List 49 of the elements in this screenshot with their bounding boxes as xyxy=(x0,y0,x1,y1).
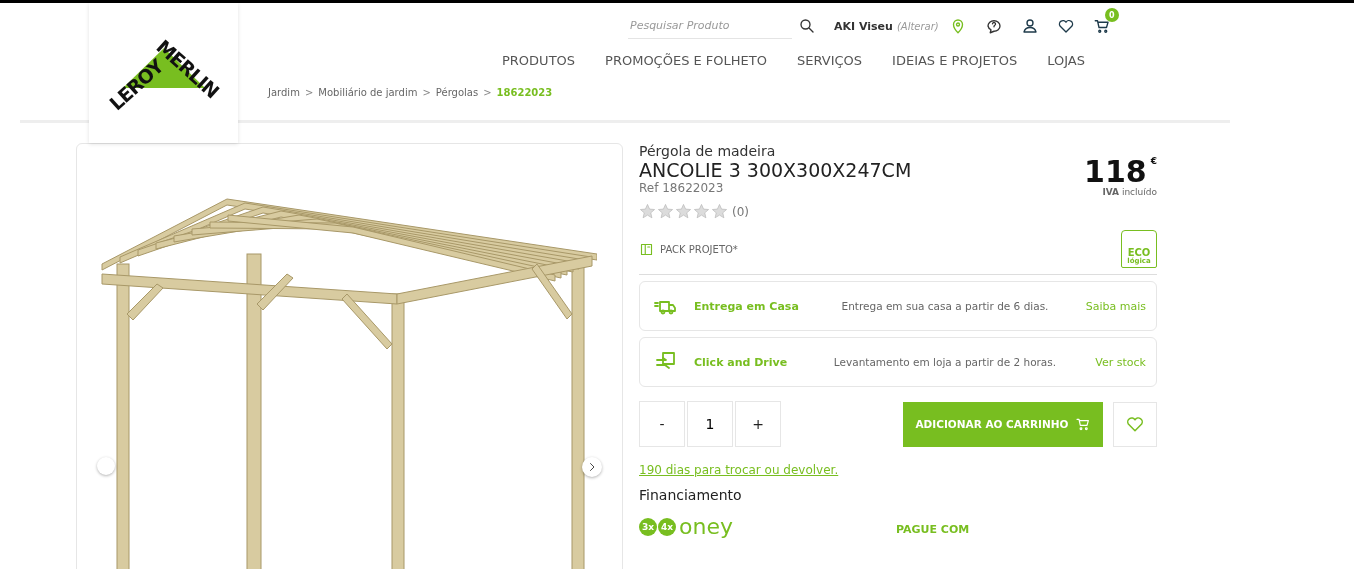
breadcrumb-separator: > xyxy=(304,86,314,98)
book-icon xyxy=(639,241,654,257)
user-icon xyxy=(1020,17,1039,35)
increase-quantity-button[interactable]: + xyxy=(735,401,781,447)
nav-link[interactable]: LOJAS xyxy=(1047,52,1085,68)
tax-note: IVA incluído xyxy=(1102,187,1157,197)
product-category: Pérgola de madeira xyxy=(639,143,777,159)
carousel-dot[interactable] xyxy=(97,457,115,475)
financing-heading: Financiamento xyxy=(639,487,743,503)
delivery-option-text: Levantamento em loja a partir de 2 horas. xyxy=(832,356,1058,368)
pay-with-label: PAGUE COM xyxy=(895,523,970,536)
breadcrumb-separator: > xyxy=(422,86,431,98)
heart-icon xyxy=(1125,414,1145,434)
empty-star-icon xyxy=(675,203,692,220)
review-count: (0) xyxy=(732,204,749,219)
price: 118€ xyxy=(1084,157,1157,187)
decrease-quantity-button[interactable]: - xyxy=(639,401,685,447)
cart-count-badge: 0 xyxy=(1104,8,1119,22)
cart-icon xyxy=(1092,17,1111,35)
product-ref: Ref 18622023 xyxy=(639,181,725,195)
empty-star-icon xyxy=(657,203,674,220)
quantity-field[interactable]: 1 xyxy=(687,401,733,447)
breadcrumb-separator: > xyxy=(483,86,492,98)
account-button[interactable] xyxy=(1020,17,1039,35)
nav-link[interactable]: PROMOÇÕES E FOLHETO xyxy=(605,52,767,68)
store-name: AKI Viseu xyxy=(834,19,893,33)
pack-label: PACK PROJETO* xyxy=(660,243,738,255)
nav-link[interactable]: PRODUTOS xyxy=(502,52,576,68)
nav-link[interactable]: SERVIÇOS xyxy=(797,52,863,68)
delivery-option-title: Click and Drive xyxy=(694,355,789,369)
delivery-option-text: Entrega em sua casa a partir de 6 dias. xyxy=(840,300,1050,312)
heart-icon xyxy=(1056,17,1075,35)
product-title: ANCOLIE 3 300X300X247CM xyxy=(639,159,912,181)
empty-star-icon xyxy=(693,203,710,220)
next-image-button[interactable] xyxy=(582,457,602,477)
delivery-option-title: Entrega em Casa xyxy=(694,299,800,313)
empty-star-icon xyxy=(639,203,656,220)
oney-logo: 3x 4x oney xyxy=(639,517,733,537)
breadcrumb-link[interactable]: Pérgolas xyxy=(435,86,479,98)
cart-button[interactable] xyxy=(1092,17,1111,35)
speech-bubble-icon xyxy=(984,17,1003,35)
breadcrumb-link[interactable]: Mobiliário de jardim xyxy=(318,86,418,98)
search-icon xyxy=(798,17,816,35)
empty-star-icon xyxy=(711,203,728,220)
cart-icon xyxy=(1074,416,1091,432)
help-chat-icon[interactable] xyxy=(984,17,1003,35)
nav-link[interactable]: IDEIAS E PROJETOS xyxy=(892,52,1018,68)
wishlist-button[interactable] xyxy=(1056,17,1075,35)
breadcrumb-link[interactable]: Jardim xyxy=(268,86,300,98)
